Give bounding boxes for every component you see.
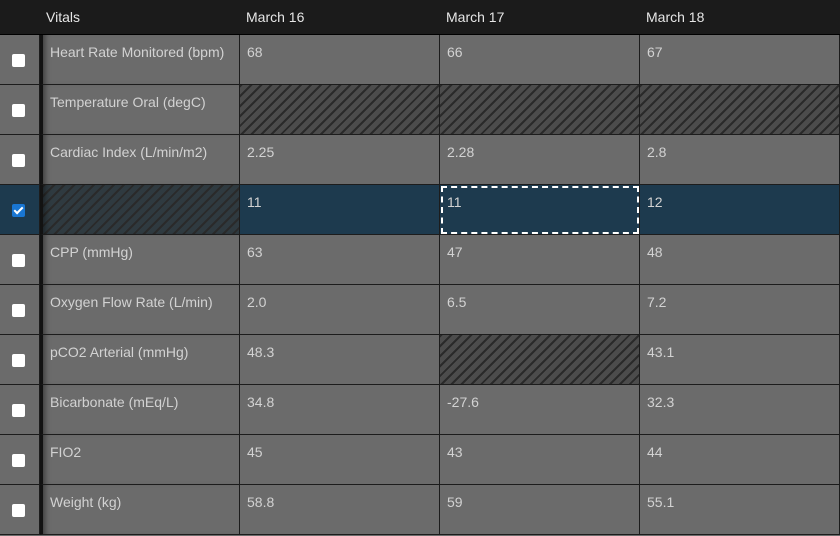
table-row[interactable]: FIO2 45 43 44 — [0, 435, 840, 485]
value-cell-march-17[interactable] — [440, 335, 640, 385]
grid-header: Vitals March 16 March 17 March 18 — [0, 0, 840, 35]
value-cell-march-18[interactable] — [640, 85, 840, 135]
table-row[interactable]: Oxygen Flow Rate (L/min) 2.0 6.5 7.2 — [0, 285, 840, 335]
value-cell-march-17[interactable] — [440, 85, 640, 135]
row-checkbox[interactable] — [12, 154, 25, 167]
vital-name-cell[interactable]: Oxygen Flow Rate (L/min) — [40, 285, 240, 335]
value-cell-march-18[interactable]: 32.3 — [640, 385, 840, 435]
header-vitals[interactable]: Vitals — [46, 0, 240, 34]
vital-name-cell[interactable]: pCO2 Arterial (mmHg) — [40, 335, 240, 385]
table-row[interactable]: Bicarbonate (mEq/L) 34.8 -27.6 32.3 — [0, 385, 840, 435]
header-select-cell — [0, 0, 40, 34]
value-cell-march-18[interactable]: 44 — [640, 435, 840, 485]
table-row[interactable]: Weight (kg) 58.8 59 55.1 — [0, 485, 840, 535]
row-select-cell — [0, 385, 40, 435]
row-select-cell — [0, 235, 40, 285]
header-march-16[interactable]: March 16 — [246, 0, 440, 34]
row-select-cell — [0, 435, 40, 485]
table-row[interactable]: 11 11 12 — [0, 185, 840, 235]
vital-name-cell[interactable]: Weight (kg) — [40, 485, 240, 535]
vital-name-cell[interactable]: FIO2 — [40, 435, 240, 485]
value-cell-march-17[interactable]: 47 — [440, 235, 640, 285]
value-cell-march-16[interactable]: 34.8 — [240, 385, 440, 435]
value-cell-march-17[interactable]: 11 — [440, 185, 640, 235]
value-cell-march-17[interactable]: 2.28 — [440, 135, 640, 185]
vital-name-cell[interactable]: Temperature Oral (degC) — [40, 85, 240, 135]
value-cell-march-16[interactable]: 45 — [240, 435, 440, 485]
row-checkbox[interactable] — [12, 354, 25, 367]
row-select-cell — [0, 85, 40, 135]
row-select-cell — [0, 485, 40, 535]
vitals-grid: Vitals March 16 March 17 March 18 Heart … — [0, 0, 840, 536]
table-row[interactable]: Temperature Oral (degC) — [0, 85, 840, 135]
table-row[interactable]: Cardiac Index (L/min/m2) 2.25 2.28 2.8 — [0, 135, 840, 185]
vital-name-cell[interactable]: CPP (mmHg) — [40, 235, 240, 285]
vital-name-cell[interactable] — [40, 185, 240, 235]
value-cell-march-17[interactable]: 66 — [440, 35, 640, 85]
table-row[interactable]: CPP (mmHg) 63 47 48 — [0, 235, 840, 285]
value-cell-march-16[interactable]: 63 — [240, 235, 440, 285]
row-select-cell — [0, 185, 40, 235]
row-checkbox[interactable] — [12, 504, 25, 517]
value-cell-march-16[interactable]: 68 — [240, 35, 440, 85]
value-cell-march-16[interactable]: 11 — [240, 185, 440, 235]
row-checkbox[interactable] — [12, 254, 25, 267]
value-cell-march-16[interactable]: 2.25 — [240, 135, 440, 185]
table-row[interactable]: Heart Rate Monitored (bpm) 68 66 67 — [0, 35, 840, 85]
value-cell-march-16[interactable]: 2.0 — [240, 285, 440, 335]
row-select-cell — [0, 285, 40, 335]
row-select-cell — [0, 135, 40, 185]
vital-name-cell[interactable]: Bicarbonate (mEq/L) — [40, 385, 240, 435]
value-cell-march-18[interactable]: 67 — [640, 35, 840, 85]
vital-name-cell[interactable]: Cardiac Index (L/min/m2) — [40, 135, 240, 185]
row-checkbox[interactable] — [12, 54, 25, 67]
row-select-cell — [0, 335, 40, 385]
value-cell-march-16[interactable]: 58.8 — [240, 485, 440, 535]
value-cell-march-17[interactable]: -27.6 — [440, 385, 640, 435]
value-cell-march-17[interactable]: 59 — [440, 485, 640, 535]
value-cell-march-17[interactable]: 6.5 — [440, 285, 640, 335]
row-checkbox[interactable] — [12, 204, 25, 217]
row-checkbox[interactable] — [12, 454, 25, 467]
value-cell-march-18[interactable]: 43.1 — [640, 335, 840, 385]
row-checkbox[interactable] — [12, 404, 25, 417]
row-checkbox[interactable] — [12, 104, 25, 117]
value-cell-march-18[interactable]: 2.8 — [640, 135, 840, 185]
value-cell-march-18[interactable]: 55.1 — [640, 485, 840, 535]
value-cell-march-18[interactable]: 48 — [640, 235, 840, 285]
value-cell-march-18[interactable]: 12 — [640, 185, 840, 235]
value-cell-march-16[interactable]: 48.3 — [240, 335, 440, 385]
value-cell-march-16[interactable] — [240, 85, 440, 135]
vital-name-cell[interactable]: Heart Rate Monitored (bpm) — [40, 35, 240, 85]
header-march-17[interactable]: March 17 — [446, 0, 640, 34]
value-cell-march-17[interactable]: 43 — [440, 435, 640, 485]
header-march-18[interactable]: March 18 — [646, 0, 840, 34]
row-select-cell — [0, 35, 40, 85]
row-checkbox[interactable] — [12, 304, 25, 317]
table-row[interactable]: pCO2 Arterial (mmHg) 48.3 43.1 — [0, 335, 840, 385]
value-cell-march-18[interactable]: 7.2 — [640, 285, 840, 335]
